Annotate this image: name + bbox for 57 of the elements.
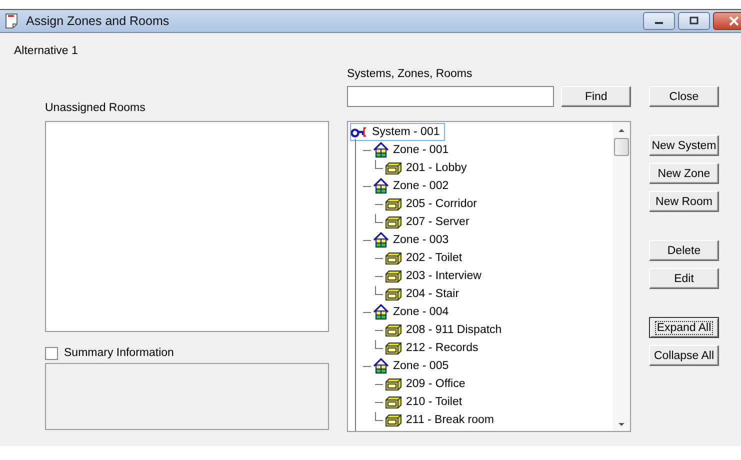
tree-item[interactable]: 204 - Stair — [385, 286, 462, 302]
action-button[interactable]: Expand All — [649, 317, 719, 338]
action-button[interactable]: New System — [649, 135, 719, 156]
maximize-icon — [688, 16, 700, 26]
box-icon — [385, 324, 402, 336]
window-title: Assign Zones and Rooms — [26, 14, 170, 28]
tree-item[interactable]: Zone - 001 — [373, 142, 451, 158]
tree-item[interactable]: System - 001 — [351, 124, 444, 140]
tree-item[interactable]: 202 - Toilet — [385, 250, 464, 266]
scrollbar[interactable] — [613, 122, 630, 431]
box-icon — [385, 162, 402, 174]
unassigned-rooms-label: Unassigned Rooms — [45, 101, 146, 115]
find-button[interactable]: Find — [561, 86, 631, 107]
tree-item[interactable]: Zone - 003 — [373, 232, 451, 248]
action-button[interactable]: Close — [649, 86, 719, 107]
action-button[interactable]: Collapse All — [649, 345, 719, 366]
action-button[interactable]: Edit — [649, 268, 719, 289]
tree-item[interactable]: 203 - Interview — [385, 268, 484, 284]
box-icon — [385, 270, 402, 282]
box-icon — [385, 288, 402, 300]
minimize-button[interactable] — [643, 12, 675, 30]
tree-item[interactable]: 205 - Corridor — [385, 196, 479, 212]
close-icon — [728, 16, 740, 26]
tree-item[interactable]: 207 - Server — [385, 214, 472, 230]
tree-item[interactable]: 201 - Lobby — [385, 160, 469, 176]
alternative-label: Alternative 1 — [14, 44, 79, 58]
tree-item[interactable]: 212 - Records — [385, 340, 480, 356]
house-icon — [373, 142, 389, 158]
key-icon — [351, 126, 368, 138]
find-field[interactable] — [347, 86, 554, 107]
tree-item[interactable]: Zone - 004 — [373, 304, 451, 320]
tree-label: Systems, Zones, Rooms — [347, 67, 474, 81]
house-icon — [373, 304, 389, 320]
box-icon — [385, 396, 402, 408]
tree-item[interactable]: Zone - 002 — [373, 178, 451, 194]
maximize-button[interactable] — [678, 12, 710, 30]
box-icon — [385, 198, 402, 210]
document-icon — [4, 13, 20, 29]
action-button[interactable]: Delete — [649, 240, 719, 261]
scrollbar-thumb[interactable] — [614, 138, 629, 156]
house-icon — [373, 358, 389, 374]
tree-item[interactable]: 209 - Office — [385, 376, 468, 392]
summary-information-label: Summary Information — [64, 347, 174, 359]
house-icon — [373, 232, 389, 248]
box-icon — [385, 216, 402, 228]
action-button[interactable]: New Room — [649, 191, 719, 212]
box-icon — [385, 414, 402, 426]
summary-checkbox[interactable] — [45, 346, 58, 360]
tree-item[interactable]: 208 - 911 Dispatch — [385, 322, 504, 338]
tree-item[interactable]: 211 - Break room — [385, 412, 496, 428]
box-icon — [385, 252, 402, 264]
tree-item[interactable]: Zone - 005 — [373, 358, 451, 374]
box-icon — [385, 342, 402, 354]
tree-item[interactable]: 210 - Toilet — [385, 394, 464, 410]
house-icon — [373, 178, 389, 194]
box-icon — [385, 378, 402, 390]
action-button[interactable]: New Zone — [649, 163, 719, 184]
